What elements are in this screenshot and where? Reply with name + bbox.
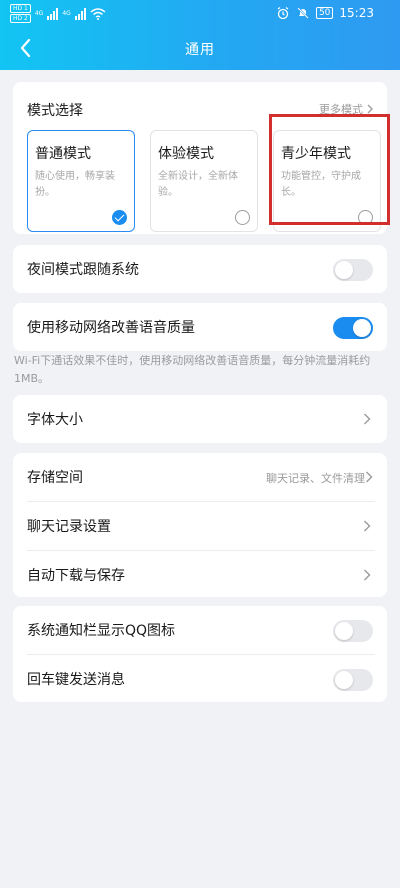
checked-radio-icon[interactable] (112, 210, 127, 225)
alarm-icon (277, 7, 289, 20)
mobile-voice-note: Wi-Fi下通话效果不佳时，使用移动网络改善语音质量，每分钟流量消耗约1MB。 (14, 354, 371, 385)
mode-option-experience[interactable]: 体验模式 全新设计，全新体验。 (150, 130, 258, 232)
mode-desc: 随心使用，畅享装扮。 (35, 171, 115, 198)
night-mode-label: 夜间模式跟随系统 (27, 262, 139, 278)
battery-indicator: 50 (315, 7, 334, 19)
chat-settings-label: 聊天记录设置 (27, 519, 111, 535)
top-app-bar: HD 1 HD 2 4G 4G 50 15:23 通用 (0, 0, 400, 70)
font-size-row[interactable]: 字体大小 (13, 395, 387, 443)
mode-title: 体验模式 (158, 146, 214, 162)
mute-bell-icon (297, 7, 309, 19)
chevron-right-icon (366, 471, 373, 483)
mobile-voice-toggle[interactable] (333, 317, 373, 339)
chevron-right-icon (367, 104, 373, 114)
qq-icon-toggle[interactable] (333, 620, 373, 642)
sim-indicators: HD 1 HD 2 (10, 4, 31, 23)
storage-label: 存储空间 (27, 470, 83, 486)
wifi-icon (90, 7, 106, 20)
teen-mode-highlight-box (269, 114, 390, 225)
chevron-right-icon (364, 520, 371, 532)
mobile-voice-label: 使用移动网络改善语音质量 (27, 320, 195, 336)
chat-settings-row[interactable]: 聊天记录设置 (13, 502, 387, 550)
sim1-label: HD 1 (10, 4, 31, 13)
qq-icon-row: 系统通知栏显示QQ图标 (13, 606, 387, 654)
night-mode-card: 夜间模式跟随系统 (13, 245, 387, 293)
mode-desc: 全新设计，全新体验。 (158, 171, 238, 198)
chevron-right-icon (364, 413, 371, 425)
mode-section-title: 模式选择 (27, 103, 83, 119)
storage-row[interactable]: 存储空间 聊天记录、文件清理 (13, 453, 387, 501)
auto-download-row[interactable]: 自动下载与保存 (13, 551, 387, 599)
mode-option-normal[interactable]: 普通模式 随心使用，畅享装扮。 (27, 130, 135, 232)
font-size-card: 字体大小 (13, 395, 387, 443)
radio-icon[interactable] (235, 210, 250, 225)
sim2-label: HD 2 (10, 14, 31, 23)
auto-download-label: 自动下载与保存 (27, 568, 125, 584)
mobile-voice-row: 使用移动网络改善语音质量 (13, 303, 387, 351)
enter-send-row: 回车键发送消息 (13, 655, 387, 703)
enter-send-toggle[interactable] (333, 669, 373, 691)
signal-2-icon (74, 7, 86, 20)
qq-icon-label: 系统通知栏显示QQ图标 (27, 623, 176, 639)
network-2-label: 4G (62, 10, 71, 17)
notify-card: 系统通知栏显示QQ图标 回车键发送消息 (13, 606, 387, 702)
navigation-bar: 通用 (0, 28, 400, 70)
clock: 15:23 (339, 6, 374, 20)
chevron-right-icon (364, 569, 371, 581)
enter-send-label: 回车键发送消息 (27, 672, 125, 688)
night-mode-row: 夜间模式跟随系统 (13, 245, 387, 293)
font-size-label: 字体大小 (27, 412, 83, 428)
storage-value: 聊天记录、文件清理 (266, 472, 365, 485)
signal-1-icon (47, 7, 59, 20)
storage-card: 存储空间 聊天记录、文件清理 聊天记录设置 自动下载与保存 (13, 453, 387, 597)
page-title: 通用 (185, 42, 215, 58)
mobile-voice-card: 使用移动网络改善语音质量 (13, 303, 387, 351)
network-1-label: 4G (34, 10, 44, 17)
night-mode-toggle[interactable] (333, 259, 373, 281)
mode-title: 普通模式 (35, 146, 91, 162)
status-bar: HD 1 HD 2 4G 4G 50 15:23 (0, 0, 400, 28)
